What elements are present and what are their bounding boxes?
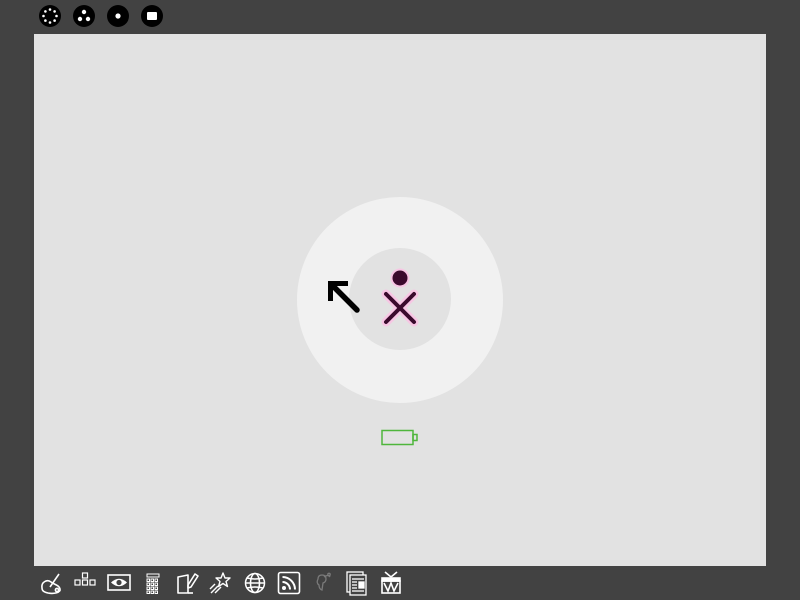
blocks-icon [74, 572, 96, 586]
sugar-desktop [0, 0, 800, 600]
square-icon [147, 12, 157, 20]
home-canvas [34, 34, 766, 566]
activity-view-button[interactable] [141, 5, 163, 27]
dotted-circle-icon [42, 8, 58, 24]
calculate-activity-button[interactable] [140, 570, 166, 596]
news-reader-activity-button[interactable] [276, 570, 302, 596]
shooting-star-icon [209, 572, 231, 594]
paint-activity-button[interactable] [38, 570, 64, 596]
browse-activity-button[interactable] [242, 570, 268, 596]
rss-icon [277, 571, 301, 595]
read-activity-button[interactable] [344, 570, 370, 596]
tamtam-activity-button[interactable] [378, 570, 404, 596]
activity-bar [0, 566, 800, 600]
newspaper-icon [346, 571, 367, 596]
three-dots-icon [77, 9, 91, 22]
group-view-button[interactable] [73, 5, 95, 27]
home-view-button[interactable] [107, 5, 129, 27]
calculator-icon [146, 573, 160, 594]
globe-icon [244, 572, 266, 594]
chat-activity-button[interactable] [310, 570, 336, 596]
zoom-toolbar [0, 0, 800, 34]
log-activity-button[interactable] [72, 570, 98, 596]
xo-buddy-icon[interactable] [373, 265, 427, 335]
drum-icon [381, 571, 401, 594]
write-activity-button[interactable] [174, 570, 200, 596]
neighborhood-view-button[interactable] [39, 5, 61, 27]
paint-palette-icon [41, 573, 61, 595]
record-activity-button[interactable] [208, 570, 234, 596]
write-notebook-icon [177, 573, 199, 594]
single-dot-icon [115, 13, 121, 19]
battery-icon [381, 429, 418, 446]
mouse-pointer-icon [328, 281, 360, 313]
view-source-activity-button[interactable] [106, 570, 132, 596]
eye-icon [107, 574, 131, 591]
faded-speech-icon [316, 572, 331, 591]
